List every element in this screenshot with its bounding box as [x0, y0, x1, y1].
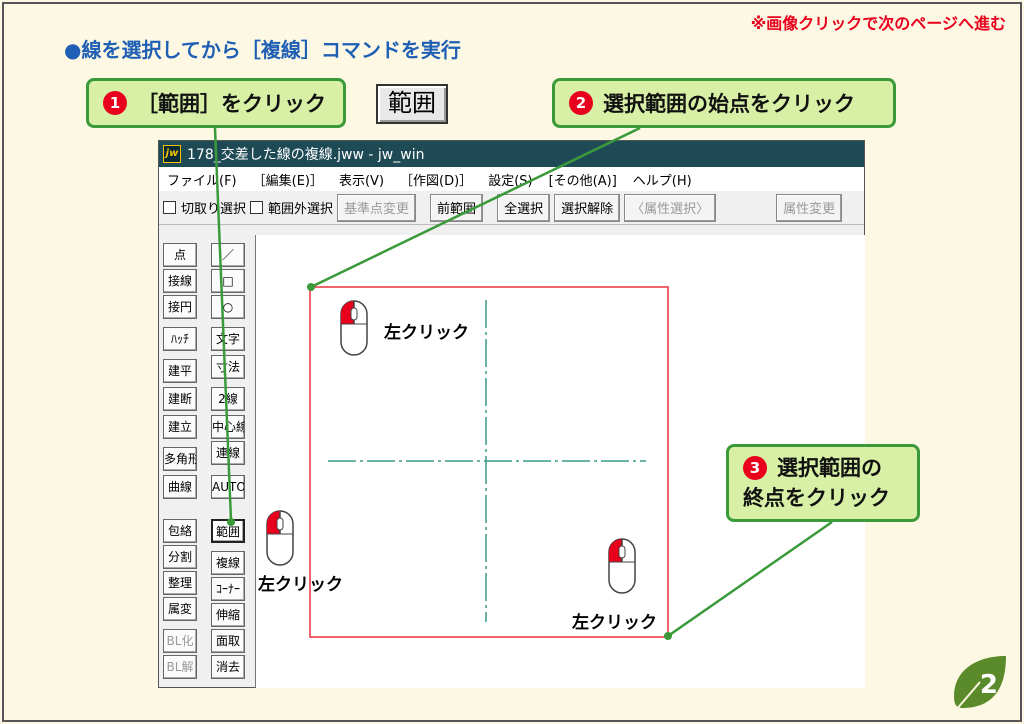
menu-settings[interactable]: 設定(S) [488, 170, 532, 189]
menu-other[interactable]: [その他(A)] [549, 170, 617, 189]
cmd-envelope[interactable]: 包絡 [163, 519, 197, 543]
cmd-continuous-line[interactable]: 連線 [211, 441, 245, 465]
menu-draw[interactable]: ［作図(D)］ [400, 170, 472, 189]
cmd-rectangle[interactable]: □ [211, 269, 245, 293]
jw-win-window: jw 178_交差した線の複線.jww - jw_win ファイル(F) ［編集… [158, 140, 865, 688]
next-page-note[interactable]: ※画像クリックで次のページへ進む [751, 10, 1006, 34]
clear-selection-button[interactable]: 選択解除 [554, 193, 621, 222]
cmd-curve[interactable]: 曲線 [163, 475, 197, 499]
mouse-left-click-icon [266, 510, 294, 570]
mouse-left-click-icon [608, 538, 636, 598]
callout-step-1: 1 ［範囲］をクリック [86, 78, 346, 128]
cmd-range[interactable]: 範囲 [211, 519, 245, 543]
mouse-left-click-icon [340, 300, 368, 360]
checkbox-box[interactable] [163, 201, 176, 214]
window-title: 178_交差した線の複線.jww - jw_win [187, 147, 425, 163]
cmd-line[interactable]: ／ [211, 243, 245, 267]
cmd-chamfer[interactable]: 面取 [211, 629, 245, 653]
menu-edit[interactable]: ［編集(E)］ [253, 170, 323, 189]
cmd-auto[interactable]: AUTO [211, 475, 245, 499]
outside-select-checkbox[interactable]: 範囲外選択 [250, 198, 333, 217]
cmd-erase[interactable]: 消去 [211, 655, 245, 679]
previous-range-button[interactable]: 前範囲 [430, 193, 484, 222]
cmd-text[interactable]: 文字 [211, 327, 245, 351]
callout-step-3: 3 選択範囲の 終点をクリック [726, 444, 920, 522]
left-command-panel: 点 接線 接円 ﾊｯﾁ 建平 建断 建立 多角形 曲線 包絡 分割 整理 属変 … [159, 235, 255, 689]
callout-step-1-text: ［範囲］をクリック [137, 92, 326, 116]
cmd-polygon[interactable]: 多角形 [163, 447, 197, 471]
cmd-offset-line[interactable]: 複線 [211, 551, 245, 575]
cmd-block-make[interactable]: BL化 [163, 629, 197, 653]
cmd-point[interactable]: 点 [163, 243, 197, 267]
page-heading: ●線を選択してから［複線］コマンドを実行 [64, 38, 461, 62]
step-1-number: 1 [103, 91, 127, 115]
cmd-organize[interactable]: 整理 [163, 571, 197, 595]
callout-step-3-line1: 選択範囲の [777, 456, 882, 480]
left-click-label-1: 左クリック [384, 323, 469, 343]
cut-select-checkbox[interactable]: 切取り選択 [163, 198, 246, 217]
left-click-label-3: 左クリック [572, 613, 657, 633]
menu-bar: ファイル(F) ［編集(E)］ 表示(V) ［作図(D)］ 設定(S) [その他… [159, 167, 864, 191]
cmd-corner[interactable]: ｺｰﾅｰ [211, 577, 245, 601]
left-click-label-2: 左クリック [258, 575, 343, 595]
menu-view[interactable]: 表示(V) [339, 170, 384, 189]
menu-help[interactable]: ヘルプ(H) [633, 170, 692, 189]
cmd-plan[interactable]: 建平 [163, 359, 197, 383]
cmd-tangent-line[interactable]: 接線 [163, 269, 197, 293]
menu-file[interactable]: ファイル(F) [167, 170, 237, 189]
checkbox-box[interactable] [250, 201, 264, 214]
window-titlebar: jw 178_交差した線の複線.jww - jw_win [159, 141, 864, 167]
attribute-change-button[interactable]: 属性変更 [776, 193, 843, 222]
cmd-section[interactable]: 建断 [163, 387, 197, 411]
step-3-number: 3 [743, 456, 767, 480]
cmd-hatch[interactable]: ﾊｯﾁ [163, 327, 197, 351]
cmd-double-line[interactable]: 2線 [211, 387, 245, 411]
outside-select-label: 範囲外選択 [268, 202, 334, 217]
range-button-illustration: 範囲 [376, 84, 448, 124]
callout-step-2: 2 選択範囲の始点をクリック [552, 78, 896, 128]
step-2-number: 2 [569, 91, 593, 115]
attribute-select-button[interactable]: 〈属性選択〉 [624, 193, 717, 222]
cmd-attr-change[interactable]: 属変 [163, 597, 197, 621]
cmd-center-line[interactable]: 中心線 [211, 415, 245, 439]
cmd-divide[interactable]: 分割 [163, 545, 197, 569]
cmd-tangent-circle[interactable]: 接円 [163, 295, 197, 319]
cmd-elevation[interactable]: 建立 [163, 415, 197, 439]
cmd-dimension[interactable]: 寸法 [211, 355, 245, 379]
jw-logo-icon: jw [163, 145, 181, 163]
cmd-circle[interactable]: ○ [211, 295, 245, 319]
selection-toolbar: 切取り選択 範囲外選択 基準点変更 前範囲 全選択 選択解除 〈属性選択〉 属性… [159, 191, 864, 225]
cut-select-label: 切取り選択 [181, 202, 247, 217]
cmd-block-break[interactable]: BL解 [163, 655, 197, 679]
cmd-stretch[interactable]: 伸縮 [211, 603, 245, 627]
base-point-change-button[interactable]: 基準点変更 [337, 193, 417, 222]
callout-step-3-line2: 終点をクリック [743, 486, 890, 510]
select-all-button[interactable]: 全選択 [497, 193, 551, 222]
page-number: 2 [979, 670, 998, 700]
callout-step-2-text: 選択範囲の始点をクリック [603, 92, 855, 116]
